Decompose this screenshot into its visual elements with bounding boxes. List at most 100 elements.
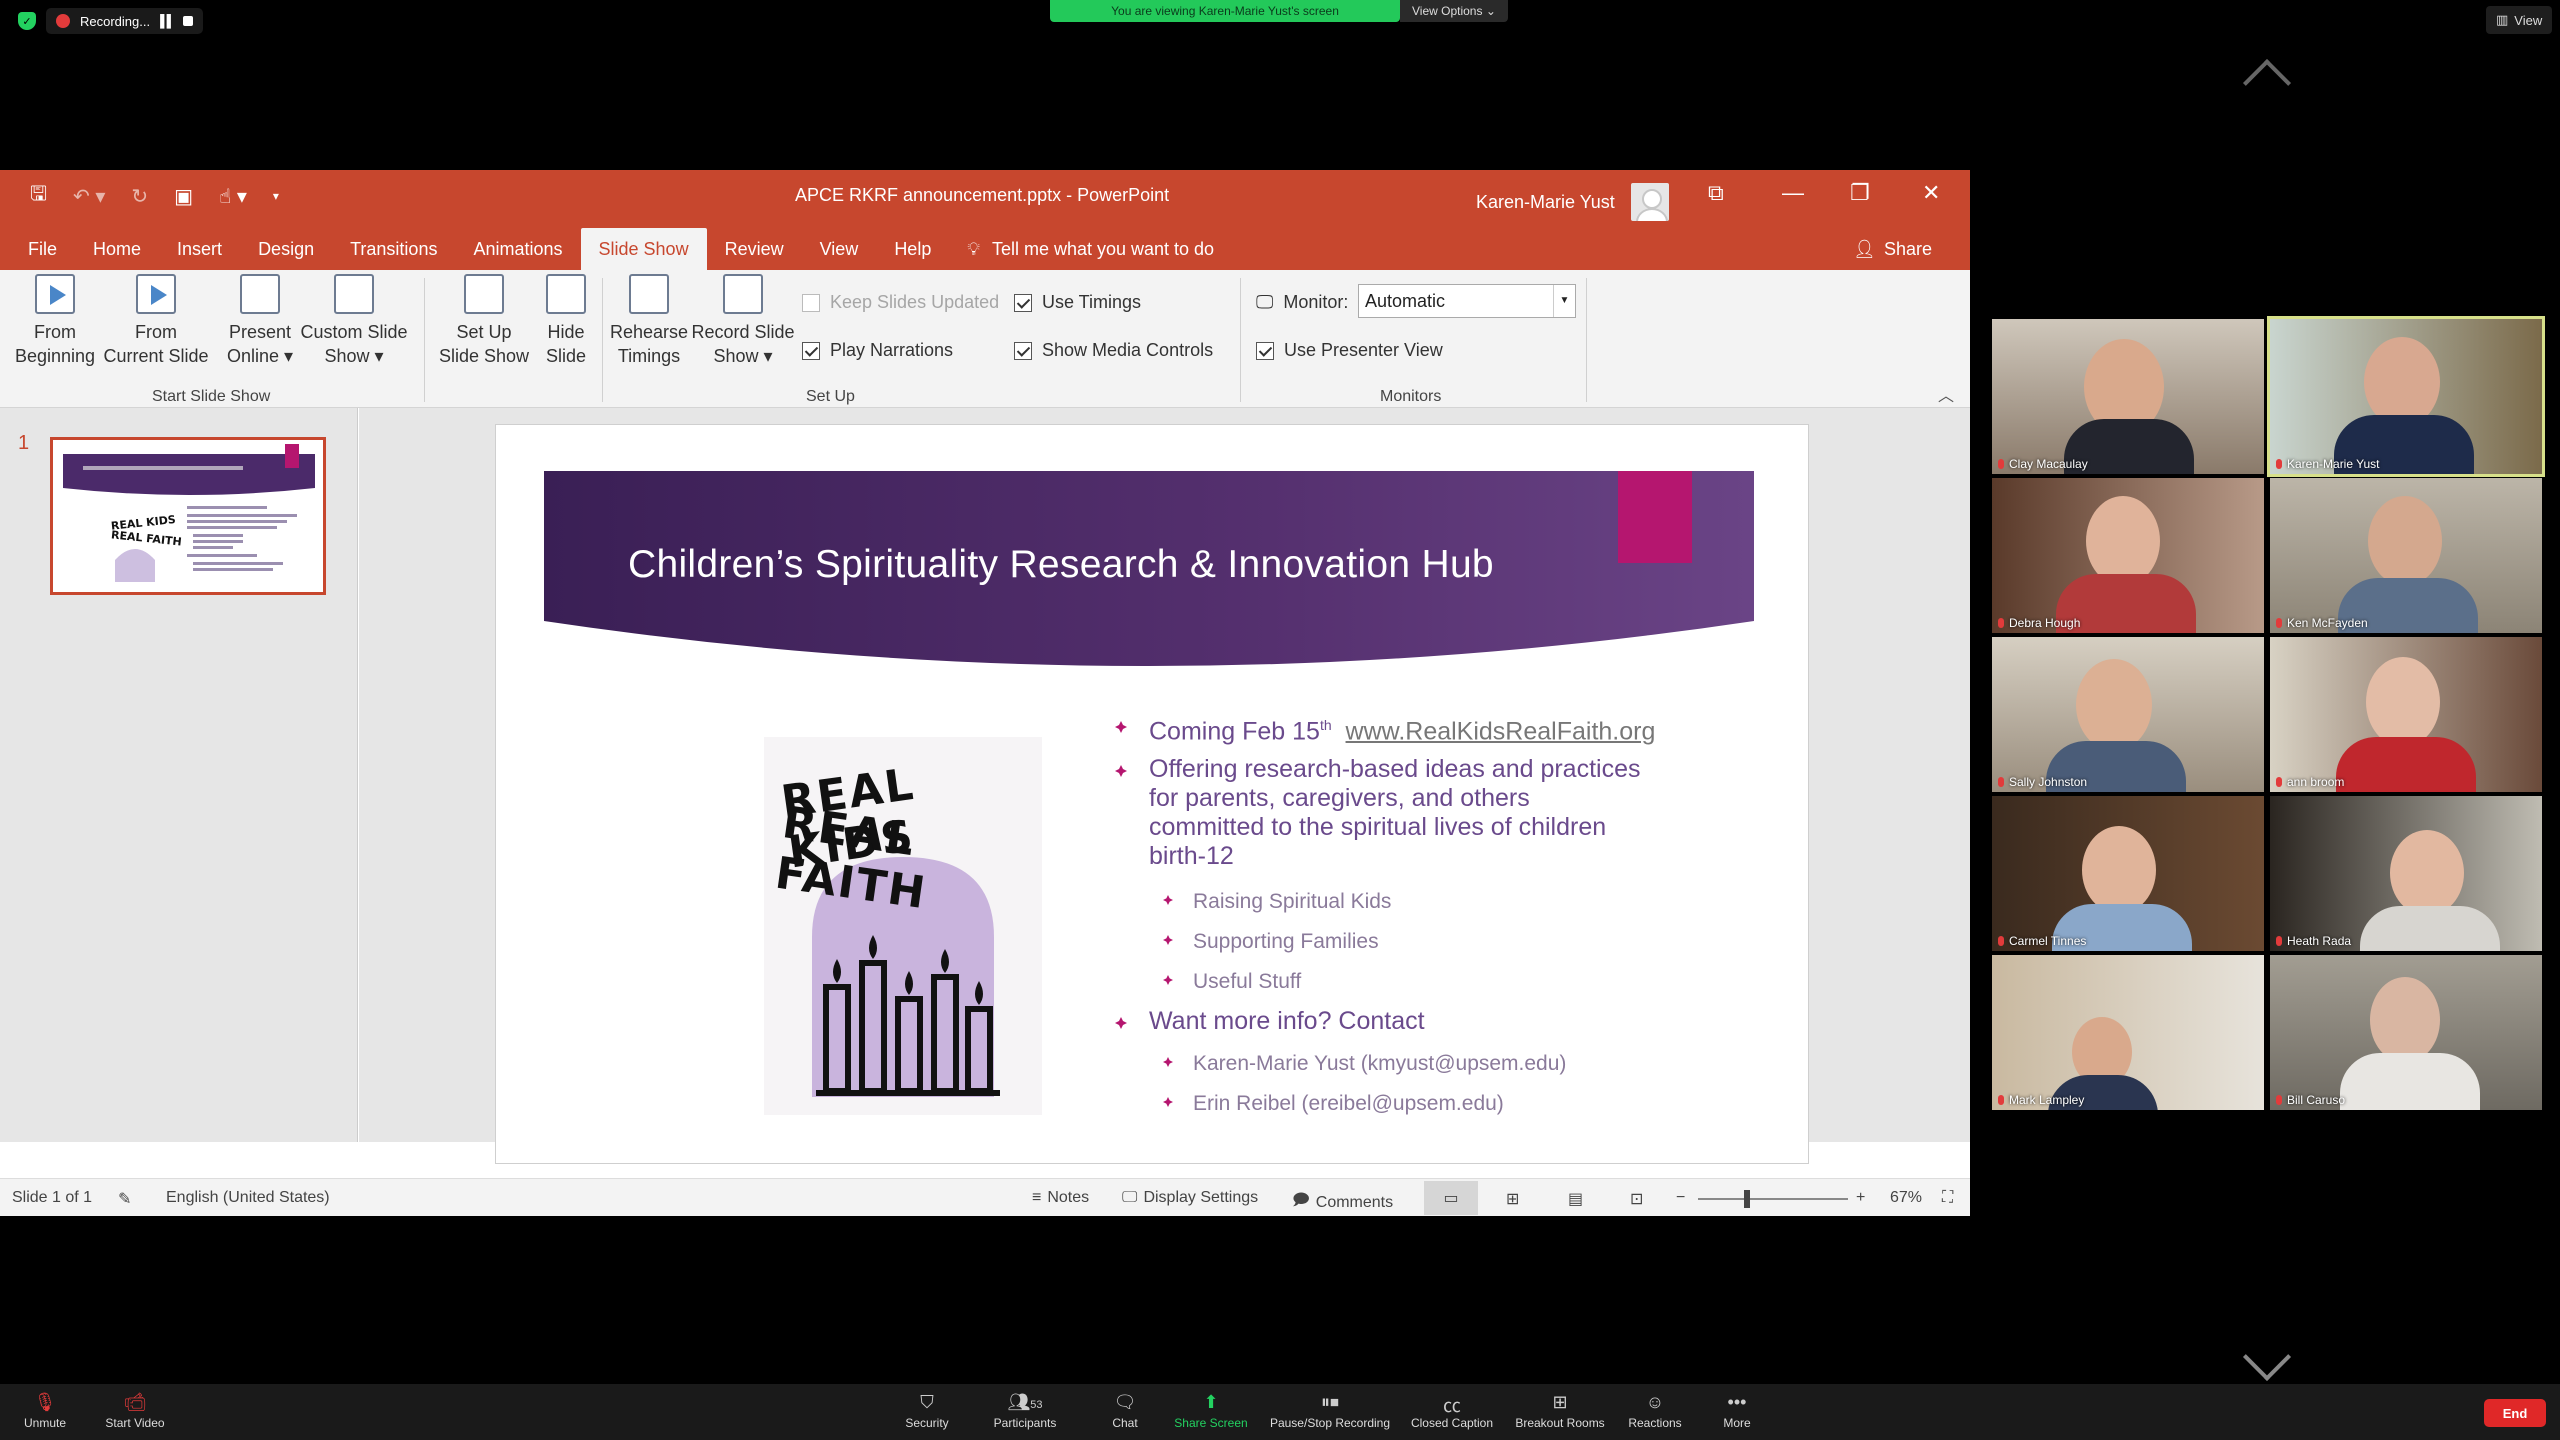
user-account[interactable]: Karen-Marie Yust xyxy=(1476,183,1669,221)
normal-view-button[interactable]: ▭ xyxy=(1424,1181,1478,1215)
video-tile-active-speaker[interactable]: Karen-Marie Yust xyxy=(2267,316,2545,477)
label: Hide xyxy=(547,322,585,342)
save-icon[interactable]: 🖫 xyxy=(30,179,47,213)
viewing-screen-banner: You are viewing Karen-Marie Yust's scree… xyxy=(1050,0,1400,22)
avatar[interactable] xyxy=(1630,183,1669,221)
play-narrations-checkbox[interactable]: Play Narrations xyxy=(802,340,953,361)
present-icon[interactable]: ▣ xyxy=(174,184,193,209)
view-options-button[interactable]: View Options ⌄ xyxy=(1400,0,1508,22)
tab-file[interactable]: File xyxy=(10,228,75,270)
website-link[interactable]: www.RealKidsRealFaith.org xyxy=(1346,717,1656,745)
redo-icon[interactable]: ↻ xyxy=(131,184,148,209)
unmute-button[interactable]: 🎙︎ Unmute xyxy=(0,1392,90,1430)
stop-recording-button[interactable] xyxy=(183,16,194,26)
start-video-button[interactable]: 📹︎ Start Video xyxy=(90,1392,180,1430)
video-tile[interactable]: Bill Caruso xyxy=(2270,955,2542,1110)
tab-review[interactable]: Review xyxy=(707,228,802,270)
minimize-icon[interactable]: — xyxy=(1782,180,1804,206)
slide-thumbnail[interactable]: REAL KIDS REAL FAITH xyxy=(50,437,326,595)
mic-muted-icon xyxy=(2276,618,2282,628)
rehearse-timings-button[interactable]: Rehearse Timings xyxy=(606,270,692,368)
breakout-rooms-button[interactable]: ⊞ Breakout Rooms xyxy=(1510,1392,1610,1430)
ribbon-tabs: File Home Insert Design Transitions Anim… xyxy=(0,222,1970,270)
present-online-button[interactable]: Present Online ▾ xyxy=(220,270,300,368)
recording-icon xyxy=(56,14,70,28)
slide-sorter-icon[interactable]: ⊞ xyxy=(1506,1189,1519,1209)
spell-check-icon[interactable]: ✎ xyxy=(118,1189,131,1209)
record-slide-show-button[interactable]: Record Slide Show ▾ xyxy=(690,270,796,368)
tab-insert[interactable]: Insert xyxy=(159,228,240,270)
tab-slide-show[interactable]: Slide Show xyxy=(580,228,707,270)
tell-me-box[interactable]: 💡︎ Tell me what you want to do xyxy=(949,228,1232,270)
group-title-start: Start Slide Show xyxy=(152,388,271,405)
touch-mode-icon[interactable]: ☝ ▾ xyxy=(219,184,247,209)
zoom-in-icon[interactable]: + xyxy=(1856,1189,1865,1207)
zoom-slider[interactable] xyxy=(1698,1198,1848,1200)
slide[interactable]: Children’s Spirituality Research & Innov… xyxy=(495,424,1809,1164)
use-timings-checkbox[interactable]: Use Timings xyxy=(1014,292,1141,313)
scroll-down-icon[interactable] xyxy=(2242,1332,2292,1382)
language-status[interactable]: English (United States) xyxy=(166,1189,330,1207)
document-title: APCE RKRF announcement.pptx - PowerPoint xyxy=(795,185,1170,205)
video-tile[interactable]: Carmel Tinnes xyxy=(1992,796,2264,951)
notes-button[interactable]: ≡ Notes xyxy=(1032,1189,1089,1207)
cc-icon: ㏄ xyxy=(1443,1396,1461,1416)
show-media-controls-checkbox[interactable]: Show Media Controls xyxy=(1014,340,1213,361)
bullet-icon xyxy=(1163,895,1173,905)
set-up-slide-show-button[interactable]: Set Up Slide Show xyxy=(432,270,536,368)
zoom-out-icon[interactable]: − xyxy=(1676,1189,1685,1207)
from-current-slide-button[interactable]: From Current Slide xyxy=(100,270,212,368)
reading-view-icon[interactable]: ▤ xyxy=(1568,1189,1583,1209)
tab-animations[interactable]: Animations xyxy=(455,228,580,270)
closed-caption-button[interactable]: ㏄ Closed Caption xyxy=(1404,1392,1500,1430)
display-settings-button[interactable]: 🖵︎ Display Settings xyxy=(1122,1189,1258,1207)
pause-stop-recording-button[interactable]: ⏸⏹ Pause/Stop Recording xyxy=(1262,1392,1398,1430)
end-meeting-button[interactable]: End xyxy=(2484,1399,2546,1427)
scroll-up-icon[interactable] xyxy=(2242,58,2292,108)
video-tile[interactable]: Debra Hough xyxy=(1992,478,2264,633)
label: Play Narrations xyxy=(830,340,954,360)
reactions-button[interactable]: ☺ Reactions xyxy=(1610,1392,1700,1430)
comments-button[interactable]: 🗩︎ Comments xyxy=(1292,1189,1393,1216)
video-tile[interactable]: Heath Rada xyxy=(2270,796,2542,951)
pause-recording-button[interactable]: ▌▌ xyxy=(160,14,175,28)
close-icon[interactable]: ✕ xyxy=(1922,180,1940,206)
restore-icon[interactable]: ❐ xyxy=(1850,180,1870,206)
customize-qat-icon[interactable]: ▾ xyxy=(273,189,279,203)
zoom-level[interactable]: 67% xyxy=(1890,1189,1922,1207)
view-button[interactable]: ▥ View xyxy=(2486,6,2553,34)
tab-help[interactable]: Help xyxy=(876,228,949,270)
undo-icon[interactable]: ↶ ▾ xyxy=(73,184,105,209)
tab-home[interactable]: Home xyxy=(75,228,159,270)
svg-text:REAL FAITH: REAL FAITH xyxy=(110,528,182,548)
tab-transitions[interactable]: Transitions xyxy=(332,228,455,270)
video-tile[interactable]: Clay Macaulay xyxy=(1992,319,2264,474)
slideshow-view-icon[interactable]: ⊡ xyxy=(1630,1189,1643,1209)
monitor-select[interactable]: Automatic ▼ xyxy=(1358,284,1576,318)
participant-face xyxy=(2086,496,2160,586)
participants-button[interactable]: 👥︎53 Participants xyxy=(980,1392,1070,1430)
sub-bullet: Useful Stuff xyxy=(1163,967,1301,996)
collapse-ribbon-icon[interactable]: ︿ xyxy=(1938,382,1954,406)
ribbon-display-icon[interactable]: ⧉ xyxy=(1708,180,1724,206)
custom-slide-show-button[interactable]: Custom Slide Show ▾ xyxy=(298,270,410,368)
video-tile[interactable]: ann broom xyxy=(2270,637,2542,792)
video-tile[interactable]: Ken McFayden xyxy=(2270,478,2542,633)
checkbox xyxy=(1014,293,1032,312)
participants-count: 53 xyxy=(1030,1399,1043,1411)
share-screen-button[interactable]: ⬆ Share Screen xyxy=(1166,1392,1256,1430)
hide-slide-button[interactable]: Hide Slide xyxy=(536,270,596,368)
tab-view[interactable]: View xyxy=(802,228,877,270)
chat-button[interactable]: 🗨︎ Chat xyxy=(1080,1392,1170,1430)
video-tile[interactable]: Mark Lampley xyxy=(1992,955,2264,1110)
zoom-slider-thumb[interactable] xyxy=(1744,1190,1750,1208)
use-presenter-view-checkbox[interactable]: Use Presenter View xyxy=(1256,340,1443,361)
security-button[interactable]: ⛉ Security xyxy=(882,1392,972,1430)
share-button[interactable]: 👤︎ Share xyxy=(1835,228,1950,270)
more-button[interactable]: ••• More xyxy=(1692,1392,1782,1430)
fit-to-window-icon[interactable]: ⛶ xyxy=(1942,1189,1953,1207)
video-tile[interactable]: Sally Johnston xyxy=(1992,637,2264,792)
from-beginning-button[interactable]: From Beginning xyxy=(12,270,98,368)
tab-design[interactable]: Design xyxy=(240,228,332,270)
keep-slides-updated-checkbox[interactable]: Keep Slides Updated xyxy=(802,292,999,313)
